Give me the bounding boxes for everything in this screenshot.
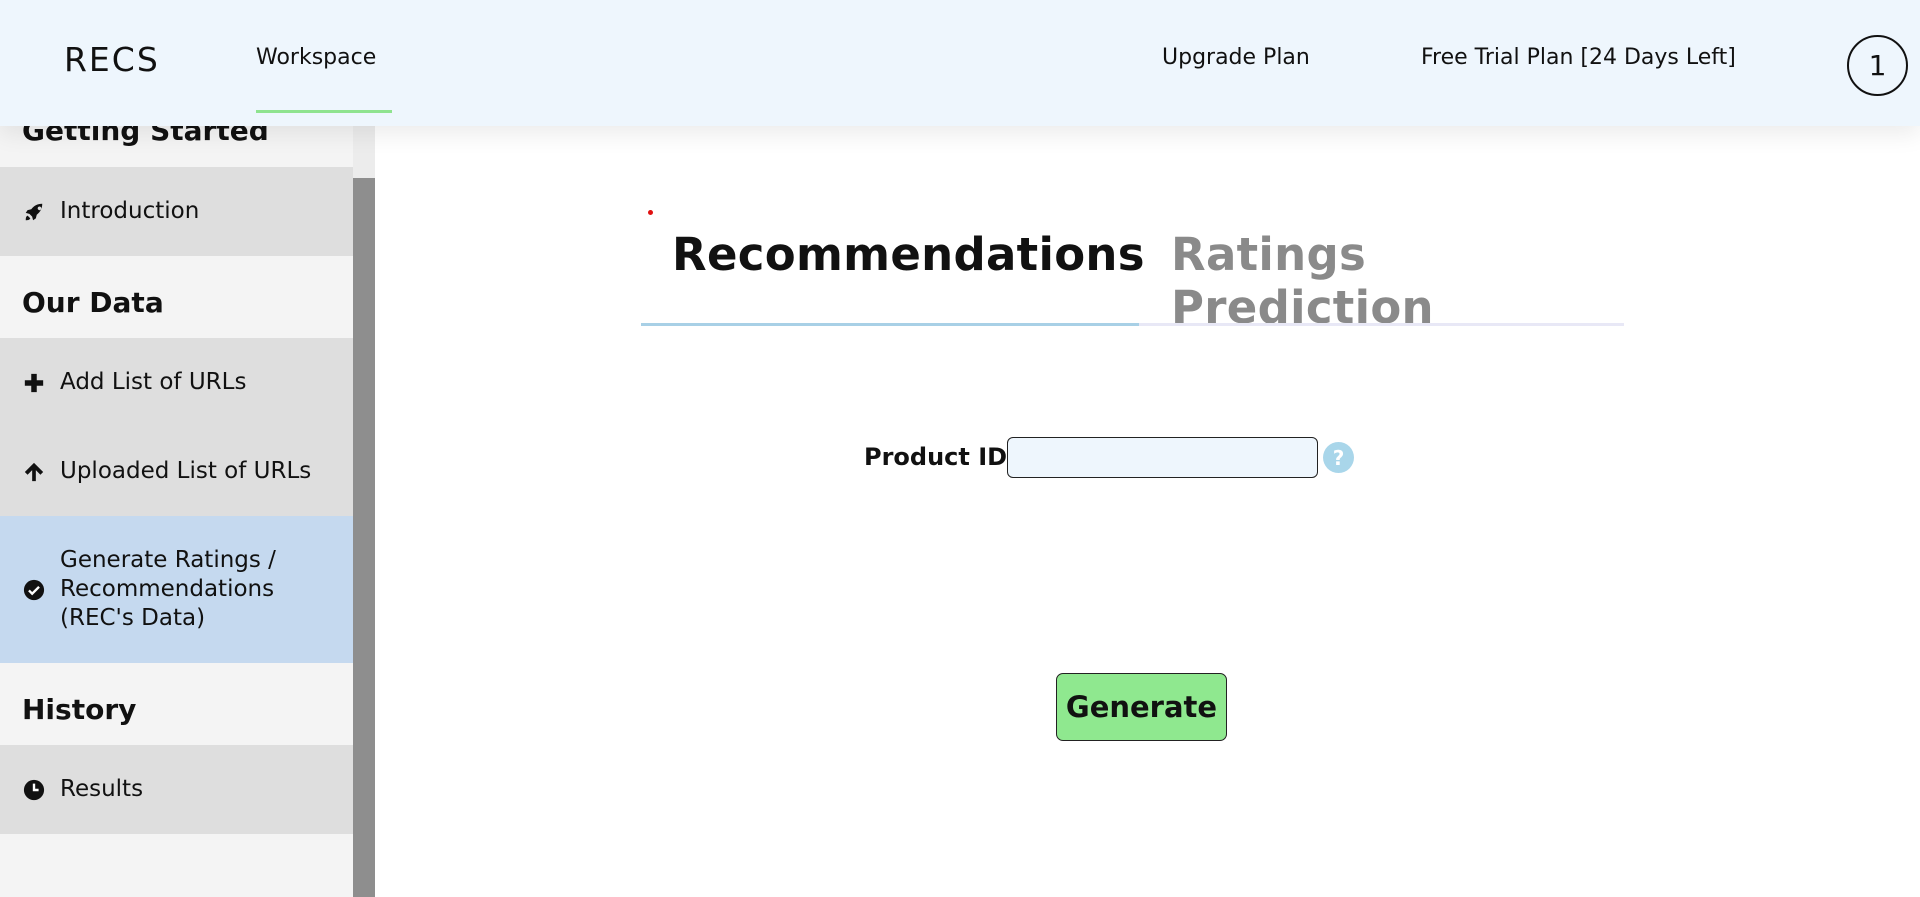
sidebar-item-label: Add List of URLs (60, 369, 247, 395)
nav-workspace[interactable]: Workspace (256, 45, 376, 70)
sidebar-item-generate-ratings[interactable]: Generate Ratings / Recommendations (REC'… (0, 516, 353, 663)
section-title-our-data: Our Data (22, 286, 164, 319)
nav-active-underline (256, 110, 392, 113)
sidebar: Getting Started Introduction Our Data Ad… (0, 100, 353, 897)
sidebar-item-label: Introduction (60, 198, 200, 224)
top-header: RECS Workspace Upgrade Plan Free Trial P… (0, 0, 1920, 126)
sidebar-item-label: Results (60, 776, 144, 802)
plus-icon (22, 371, 46, 395)
product-id-input[interactable] (1007, 437, 1318, 478)
sidebar-item-uploaded-list-of-urls[interactable]: Uploaded List of URLs (0, 427, 353, 516)
user-avatar[interactable]: 1 (1847, 35, 1908, 96)
sidebar-item-introduction[interactable]: Introduction (0, 167, 353, 256)
tab-recommendations[interactable]: Recommendations (672, 228, 1145, 281)
sidebar-item-label: Uploaded List of URLs (60, 458, 312, 484)
clock-icon (22, 778, 46, 802)
rocket-icon (22, 200, 46, 224)
product-id-label: Product ID: (864, 443, 1017, 471)
tab-ratings-prediction[interactable]: Ratings Prediction (1171, 228, 1624, 334)
generate-button[interactable]: Generate (1056, 673, 1227, 741)
check-circle-icon (22, 578, 46, 602)
section-title-history: History (22, 693, 137, 726)
tabs: Recommendations Ratings Prediction (641, 200, 1624, 334)
nav-upgrade-plan[interactable]: Upgrade Plan (1162, 45, 1310, 70)
tab-active-indicator (641, 323, 1139, 326)
sidebar-item-results[interactable]: Results (0, 745, 353, 834)
nav-free-trial-plan[interactable]: Free Trial Plan [24 Days Left] (1421, 45, 1736, 70)
arrow-up-icon (22, 460, 46, 484)
app-logo[interactable]: RECS (64, 40, 160, 79)
help-icon[interactable]: ? (1323, 442, 1354, 473)
sidebar-scrollbar-thumb[interactable] (353, 178, 375, 897)
sidebar-item-add-list-of-urls[interactable]: Add List of URLs (0, 338, 353, 427)
sidebar-item-label: Generate Ratings / Recommendations (REC'… (60, 547, 276, 631)
